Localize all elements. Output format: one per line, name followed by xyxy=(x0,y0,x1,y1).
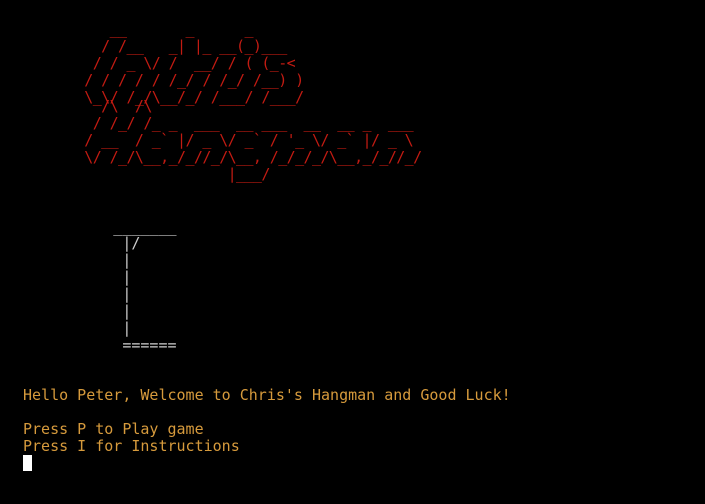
banner-line-7: / /_/ /_ _ ___ __ ___ __ __ _ ___ xyxy=(0,114,414,132)
gallows-line-3: | xyxy=(23,251,132,269)
banner-line-10: |___/ xyxy=(0,165,271,183)
input-cursor[interactable] xyxy=(23,455,32,471)
gallows-line-6: | xyxy=(23,302,132,320)
gallows-line-2: |/ xyxy=(23,234,141,252)
banner-line-6: /\ /\ xyxy=(0,97,152,115)
greeting-message: Hello Peter, Welcome to Chris's Hangman … xyxy=(23,386,511,404)
banner-line-3: / / _ \/ / __/ / ( (_-< xyxy=(0,54,296,72)
gallows-base: ====== xyxy=(23,336,177,354)
gallows-line-4: | xyxy=(23,268,132,286)
gallows-line-7: | xyxy=(23,319,132,337)
gallows-line-5: | xyxy=(23,285,132,303)
banner-line-9: \/ /_/\__,_/_//_/\__, /_/_/_/\__,_/_//_/ xyxy=(0,148,422,166)
banner-line-4: / / / / / /_/ / /_/ /__) ) xyxy=(0,71,304,89)
banner-line-2: / /__ _| |_ __(_)___ xyxy=(0,37,287,55)
banner-line-8: / __ / _` |/ _ \/ _` / '_ \/ _` |/ _ \ xyxy=(0,131,414,149)
terminal-window[interactable]: __ _ _ / /__ _| |_ __(_)___ / / _ \/ / _… xyxy=(0,0,705,504)
banner-line-1: __ _ _ xyxy=(0,20,254,38)
option-play: Press P to Play game xyxy=(23,420,204,438)
option-instructions: Press I for Instructions xyxy=(23,437,240,455)
